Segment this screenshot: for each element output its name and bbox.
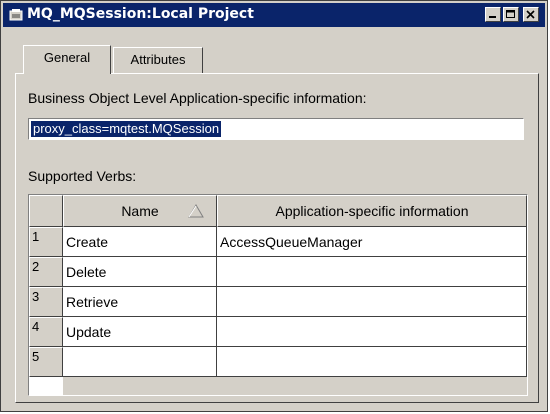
cell-verb-info[interactable]: AccessQueueManager <box>217 227 527 257</box>
row-number: 1 <box>32 229 40 244</box>
row-header[interactable]: 2 <box>29 257 63 287</box>
cell-verb-name[interactable]: Retrieve <box>63 287 217 317</box>
cell-verb-info[interactable] <box>217 287 527 317</box>
tab-attributes[interactable]: Attributes <box>113 47 203 73</box>
row-header[interactable]: 4 <box>29 317 63 347</box>
close-button[interactable] <box>523 7 539 22</box>
column-header-name[interactable]: Name <box>63 195 217 227</box>
cell-verb-name[interactable]: Create <box>63 227 217 257</box>
row-number: 5 <box>32 349 40 364</box>
cell-verb-info[interactable] <box>217 347 527 377</box>
bo-info-input[interactable]: proxy_class=mqtest.MQSession <box>28 118 524 140</box>
sort-ascending-icon <box>188 204 204 218</box>
tab-general[interactable]: General <box>23 45 111 74</box>
window-title: MQ_MQSession:Local Project <box>27 6 254 22</box>
row-number: 4 <box>32 319 40 334</box>
row-header[interactable]: 1 <box>29 227 63 257</box>
row-number: 3 <box>32 289 40 304</box>
minimize-button[interactable] <box>485 7 501 22</box>
row-header[interactable]: 5 <box>29 347 63 377</box>
cell-verb-name[interactable]: Update <box>63 317 217 347</box>
corner-header <box>29 195 63 227</box>
tab-general-label: General <box>43 50 91 65</box>
row-number: 2 <box>32 259 40 274</box>
cell-verb-name[interactable]: Delete <box>63 257 217 287</box>
column-header-name-label: Name <box>121 203 159 219</box>
column-header-info-label: Application-specific information <box>275 203 469 219</box>
cell-verb-info[interactable] <box>217 317 527 347</box>
general-panel: Business Object Level Application-specif… <box>15 73 539 403</box>
column-header-info[interactable]: Application-specific information <box>217 195 527 227</box>
dialog-window: MQ_MQSession:Local Project General Attri… <box>0 0 548 412</box>
table-empty-area <box>63 377 527 395</box>
verbs-table[interactable]: Name Application-specific information 1 … <box>28 194 528 396</box>
cell-verb-name[interactable] <box>63 347 217 377</box>
maximize-button[interactable] <box>503 7 519 22</box>
tab-attributes-label: Attributes <box>130 52 186 67</box>
close-icon <box>526 10 535 19</box>
database-icon <box>9 8 23 22</box>
minimize-icon <box>489 16 496 18</box>
maximize-icon <box>506 10 515 18</box>
bo-info-value: proxy_class=mqtest.MQSession <box>31 121 222 137</box>
title-bar[interactable]: MQ_MQSession:Local Project <box>3 3 545 27</box>
row-header[interactable]: 3 <box>29 287 63 317</box>
supported-verbs-label: Supported Verbs: <box>28 168 137 184</box>
cell-verb-info[interactable] <box>217 257 527 287</box>
bo-info-label: Business Object Level Application-specif… <box>28 90 367 106</box>
